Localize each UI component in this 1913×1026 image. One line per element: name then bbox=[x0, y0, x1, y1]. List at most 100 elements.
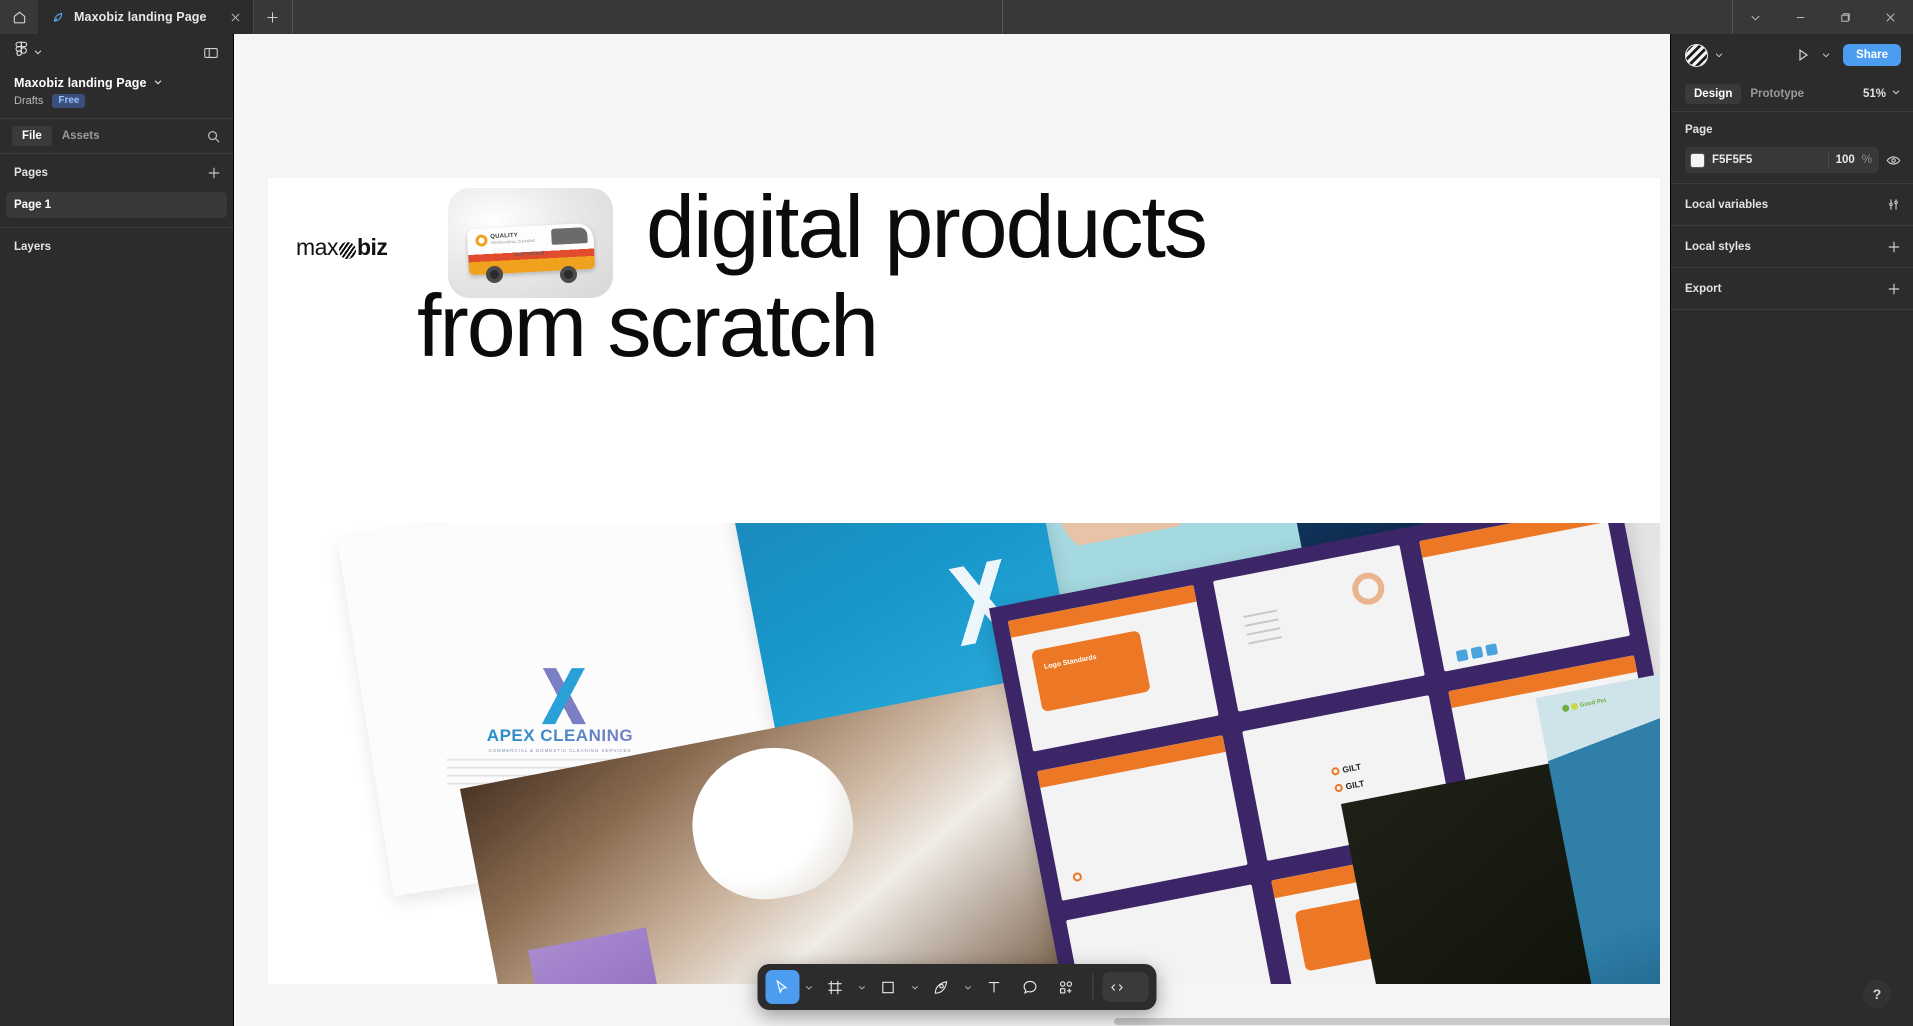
comment-tool[interactable] bbox=[1013, 970, 1047, 1004]
frame-tool-caret[interactable] bbox=[854, 970, 869, 1004]
panel-toggle-icon[interactable] bbox=[203, 45, 219, 61]
figma-file-icon bbox=[52, 11, 65, 24]
gilt-logo-text: GILT bbox=[1341, 761, 1362, 776]
gilt-card bbox=[1418, 523, 1630, 672]
frame-tool[interactable] bbox=[818, 970, 852, 1004]
chevron-down-icon bbox=[33, 44, 43, 62]
hero-section: max biz QUALITY PROFESSIONAL CLEANING 016… bbox=[268, 178, 1660, 523]
gilt-card bbox=[1213, 544, 1425, 712]
apex-mark-icon bbox=[523, 668, 596, 725]
page-fill-row: F5F5F5 100 % bbox=[1685, 147, 1901, 173]
gilt-logo-text: GILT bbox=[1344, 778, 1366, 792]
new-tab-button[interactable] bbox=[254, 0, 292, 34]
canvas-area[interactable]: max biz QUALITY PROFESSIONAL CLEANING 016… bbox=[234, 34, 1670, 1026]
goodpet-logo: Good Pet bbox=[1561, 697, 1607, 713]
help-button[interactable]: ? bbox=[1863, 980, 1891, 1008]
chevron-down-icon bbox=[153, 76, 163, 90]
titlebar-space-2 bbox=[1002, 0, 1732, 34]
local-variables-row[interactable]: Local variables bbox=[1671, 184, 1913, 226]
apex-tagline: COMMERCIAL & DOMESTIC CLEANING SERVICES bbox=[488, 748, 632, 754]
headline-line-1: digital products bbox=[646, 178, 1208, 276]
export-title: Export bbox=[1685, 282, 1722, 295]
apex-logo: APEX CLEANING COMMERCIAL & DOMESTIC CLEA… bbox=[487, 668, 633, 753]
goodpet-brand: Good Pet bbox=[1579, 697, 1607, 709]
color-swatch[interactable] bbox=[1690, 152, 1705, 168]
tab-assets[interactable]: Assets bbox=[52, 126, 110, 146]
file-name-button[interactable]: Maxobiz landing Page bbox=[14, 76, 219, 90]
left-sidebar: Maxobiz landing Page Drafts Free File As… bbox=[0, 34, 234, 1026]
design-frame[interactable]: max biz QUALITY PROFESSIONAL CLEANING 016… bbox=[268, 178, 1660, 984]
rectangle-tool[interactable] bbox=[871, 970, 905, 1004]
chevron-down-icon[interactable] bbox=[1714, 50, 1724, 60]
avatar[interactable] bbox=[1685, 43, 1708, 67]
fill-opacity-value[interactable]: 100 bbox=[1836, 154, 1855, 166]
tab-design[interactable]: Design bbox=[1685, 83, 1742, 104]
page-label: Page 1 bbox=[14, 199, 52, 211]
design-prototype-tabs: Design Prototype 51% bbox=[1671, 76, 1913, 112]
shape-tool-caret[interactable] bbox=[907, 970, 922, 1004]
right-sidebar-header: Share bbox=[1671, 34, 1913, 76]
titlebar-space-1 bbox=[291, 0, 1002, 34]
pen-tool-caret[interactable] bbox=[960, 970, 975, 1004]
apex-brand-name: APEX CLEANING bbox=[486, 726, 634, 746]
fill-hex-value[interactable]: F5F5F5 bbox=[1712, 154, 1821, 166]
zoom-level-label: 51% bbox=[1862, 87, 1886, 100]
fill-control[interactable]: F5F5F5 100 % bbox=[1685, 147, 1879, 173]
page-section: Page F5F5F5 100 % bbox=[1671, 112, 1913, 184]
play-icon[interactable] bbox=[1795, 47, 1811, 63]
chevron-down-icon bbox=[1891, 87, 1901, 100]
plus-icon[interactable] bbox=[1887, 240, 1901, 254]
gilt-card-title: Logo Standards bbox=[1043, 653, 1098, 671]
zoom-control[interactable]: 51% bbox=[1863, 87, 1901, 100]
right-sidebar: Share Design Prototype 51% Page F5F5F5 1… bbox=[1670, 34, 1913, 1026]
project-collage: APEX CLEANING COMMERCIAL & DOMESTIC CLEA… bbox=[268, 523, 1660, 984]
move-tool[interactable] bbox=[765, 970, 799, 1004]
opacity-unit: % bbox=[1861, 154, 1872, 166]
local-styles-row[interactable]: Local styles bbox=[1671, 226, 1913, 268]
pages-section-header: Pages bbox=[0, 154, 233, 192]
figma-logo-icon bbox=[14, 41, 28, 65]
present-chevron-down-icon[interactable] bbox=[1821, 50, 1831, 60]
horizontal-scrollbar[interactable] bbox=[1114, 1018, 1670, 1025]
file-info: Maxobiz landing Page Drafts Free bbox=[0, 72, 233, 118]
file-tab[interactable]: Maxobiz landing Page bbox=[38, 0, 254, 34]
tab-prototype[interactable]: Prototype bbox=[1741, 84, 1813, 104]
layers-title: Layers bbox=[14, 241, 52, 253]
title-bar: Maxobiz landing Page bbox=[0, 0, 1913, 34]
move-tool-caret[interactable] bbox=[801, 970, 816, 1004]
figma-menu-button[interactable] bbox=[14, 41, 43, 65]
figma-window: Maxobiz landing Page Maxobiz landing Pag… bbox=[0, 0, 1913, 1026]
maximize-icon[interactable] bbox=[1823, 0, 1868, 34]
file-tab-label: Maxobiz landing Page bbox=[74, 10, 207, 24]
eye-icon[interactable] bbox=[1886, 153, 1901, 168]
minimize-icon[interactable] bbox=[1778, 0, 1823, 34]
sliders-icon[interactable] bbox=[1886, 197, 1901, 212]
plus-icon[interactable] bbox=[1887, 282, 1901, 296]
window-controls bbox=[1732, 0, 1913, 34]
page-list-item[interactable]: Page 1 bbox=[6, 192, 227, 218]
export-row[interactable]: Export bbox=[1671, 268, 1913, 310]
gilt-card: Logo Standards bbox=[1007, 584, 1219, 752]
plugins-tool[interactable] bbox=[1049, 970, 1083, 1004]
sidebar-tabs: File Assets bbox=[0, 118, 233, 154]
page-section-title: Page bbox=[1685, 124, 1713, 136]
chevron-down-icon[interactable] bbox=[1733, 0, 1778, 34]
window-close-icon[interactable] bbox=[1868, 0, 1913, 34]
share-button[interactable]: Share bbox=[1843, 44, 1901, 66]
file-meta: Drafts Free bbox=[14, 94, 219, 108]
search-icon[interactable] bbox=[206, 129, 221, 144]
home-button[interactable] bbox=[0, 0, 38, 34]
plan-badge[interactable]: Free bbox=[52, 94, 86, 108]
pen-tool[interactable] bbox=[924, 970, 958, 1004]
plus-icon[interactable] bbox=[207, 166, 221, 180]
tab-file[interactable]: File bbox=[12, 126, 52, 146]
dev-mode-toggle[interactable] bbox=[1102, 972, 1148, 1002]
headline-line-2: from scratch bbox=[417, 275, 879, 375]
text-tool[interactable] bbox=[977, 970, 1011, 1004]
toolbar-divider bbox=[1092, 974, 1093, 1000]
close-icon[interactable] bbox=[230, 12, 241, 23]
file-location[interactable]: Drafts bbox=[14, 95, 43, 107]
headline: digital products from scratch bbox=[296, 178, 1636, 375]
bottom-toolbar bbox=[757, 964, 1156, 1010]
local-styles-title: Local styles bbox=[1685, 240, 1751, 253]
